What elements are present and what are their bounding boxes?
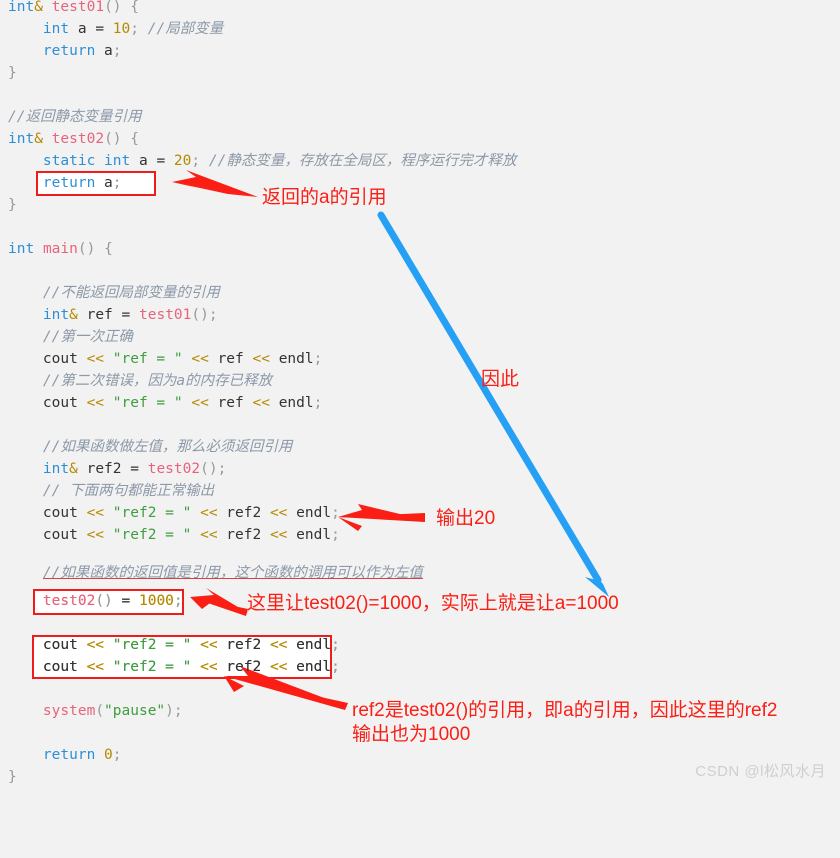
code-line-27: //如果函数的返回值是引用，这个函数的调用可以作为左值 xyxy=(42,565,423,581)
annotation-return-ref: 返回的a的引用 xyxy=(262,187,387,208)
code-line-12: int main() { xyxy=(8,241,113,257)
highlight-box-return-a xyxy=(36,171,156,196)
code-line-31: cout << "ref2 = " << ref2 << endl; xyxy=(42,659,340,675)
code-line-7: int& test02() { xyxy=(8,131,139,147)
code-line-17: cout << "ref = " << ref << endl; xyxy=(42,351,323,367)
code-editor-area[interactable]: int& test01() { int a = 10; //局部变量 retur… xyxy=(0,0,840,793)
code-line-21: //如果函数做左值，那么必须返回引用 xyxy=(42,439,293,455)
code-line-3: return a; xyxy=(42,43,122,59)
code-line-6: //返回静态变量引用 xyxy=(8,109,142,125)
csdn-watermark: CSDN @l松风水月 xyxy=(695,763,826,780)
code-line-30: cout << "ref2 = " << ref2 << endl; xyxy=(42,637,340,653)
annotation-output-20: 输出20 xyxy=(436,508,496,529)
annotation-set-1000: 这里让test02()=1000，实际上就是让a=1000 xyxy=(247,593,619,614)
code-line-1: int& test01() { xyxy=(8,0,139,15)
code-line-19: cout << "ref = " << ref << endl; xyxy=(42,395,323,411)
annotation-yinci: 因此 xyxy=(481,369,520,390)
code-line-8: static int a = 20; //静态变量，存放在全局区，程序运行完才释… xyxy=(42,153,517,169)
code-line-2: int a = 10; //局部变量 xyxy=(42,21,224,37)
code-line-25: cout << "ref2 = " << ref2 << endl; xyxy=(42,527,340,543)
code-line-4: } xyxy=(8,65,17,81)
annotation-ref2-line1: ref2是test02()的引用，即a的引用，因此这里的ref2 xyxy=(352,700,778,721)
code-line-23: // 下面两句都能正常输出 xyxy=(42,483,215,499)
code-line-15: int& ref = test01(); xyxy=(42,307,218,323)
code-line-18: //第二次错误，因为a的内存已释放 xyxy=(42,373,273,389)
code-line-16: //第一次正确 xyxy=(42,329,133,345)
annotation-ref2-line2: 输出也为1000 xyxy=(352,724,471,745)
code-line-35: return 0; xyxy=(42,747,122,763)
code-line-24: cout << "ref2 = " << ref2 << endl; xyxy=(42,505,340,521)
code-line-22: int& ref2 = test02(); xyxy=(42,461,227,477)
code-line-33: system("pause"); xyxy=(42,703,183,719)
code-line-28: test02() = 1000; xyxy=(42,593,183,609)
code-line-36: } xyxy=(8,769,17,785)
code-line-14: //不能返回局部变量的引用 xyxy=(42,285,220,301)
screenshot-root: int& test01() { int a = 10; //局部变量 retur… xyxy=(0,0,840,793)
code-line-10: } xyxy=(8,197,17,213)
